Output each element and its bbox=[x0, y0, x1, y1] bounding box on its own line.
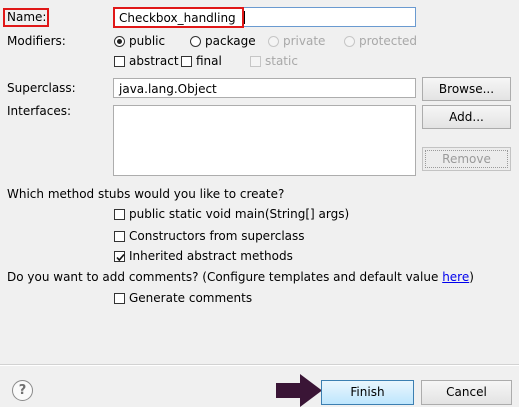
protected-label: protected bbox=[359, 34, 418, 48]
final-label: final bbox=[196, 54, 222, 68]
generate-comments-checkbox[interactable] bbox=[114, 293, 125, 304]
name-input-highlight bbox=[113, 7, 244, 28]
comments-question-close: ) bbox=[469, 270, 474, 284]
checkmark-icon bbox=[116, 253, 125, 262]
abstract-label: abstract bbox=[129, 54, 179, 68]
constructors-label: Constructors from superclass bbox=[129, 229, 305, 243]
inherited-methods-checkbox[interactable] bbox=[114, 251, 125, 262]
static-label: static bbox=[265, 54, 298, 68]
cancel-button[interactable]: Cancel bbox=[421, 380, 512, 405]
inherited-methods-label: Inherited abstract methods bbox=[129, 249, 293, 263]
method-stubs-question: Which method stubs would you like to cre… bbox=[7, 187, 285, 201]
static-checkbox bbox=[250, 56, 261, 67]
interfaces-label: Interfaces: bbox=[7, 104, 72, 118]
finish-button[interactable]: Finish bbox=[321, 380, 414, 405]
main-method-checkbox[interactable] bbox=[114, 209, 125, 220]
public-radio[interactable] bbox=[114, 36, 125, 47]
main-method-label: public static void main(String[] args) bbox=[129, 207, 350, 221]
package-label: package bbox=[205, 34, 256, 48]
private-radio bbox=[268, 36, 279, 47]
comments-question-text: Do you want to add comments? (Configure … bbox=[7, 270, 443, 284]
arrow-right-icon bbox=[276, 374, 322, 407]
private-label: private bbox=[283, 34, 326, 48]
protected-radio bbox=[344, 36, 355, 47]
superclass-label: Superclass: bbox=[7, 81, 76, 95]
package-radio[interactable] bbox=[190, 36, 201, 47]
interfaces-list[interactable] bbox=[113, 105, 416, 176]
final-checkbox[interactable] bbox=[181, 56, 192, 67]
help-icon[interactable]: ? bbox=[12, 380, 33, 401]
abstract-checkbox[interactable] bbox=[114, 56, 125, 67]
modifiers-label: Modifiers: bbox=[7, 34, 66, 48]
generate-comments-label: Generate comments bbox=[129, 291, 253, 305]
comments-question: Do you want to add comments? (Configure … bbox=[7, 270, 474, 285]
templates-link[interactable]: here bbox=[442, 270, 469, 284]
remove-interface-button: Remove bbox=[422, 147, 511, 171]
footer-separator-light bbox=[0, 365, 519, 366]
public-label: public bbox=[129, 34, 166, 48]
superclass-input[interactable]: java.lang.Object bbox=[113, 78, 416, 98]
remove-focus-ring bbox=[425, 150, 508, 168]
add-interface-button[interactable]: Add... bbox=[422, 105, 511, 129]
name-label-highlight bbox=[3, 8, 49, 27]
browse-button[interactable]: Browse... bbox=[422, 77, 511, 101]
constructors-checkbox[interactable] bbox=[114, 231, 125, 242]
text-caret bbox=[244, 11, 245, 24]
superclass-input-value: java.lang.Object bbox=[119, 82, 217, 96]
